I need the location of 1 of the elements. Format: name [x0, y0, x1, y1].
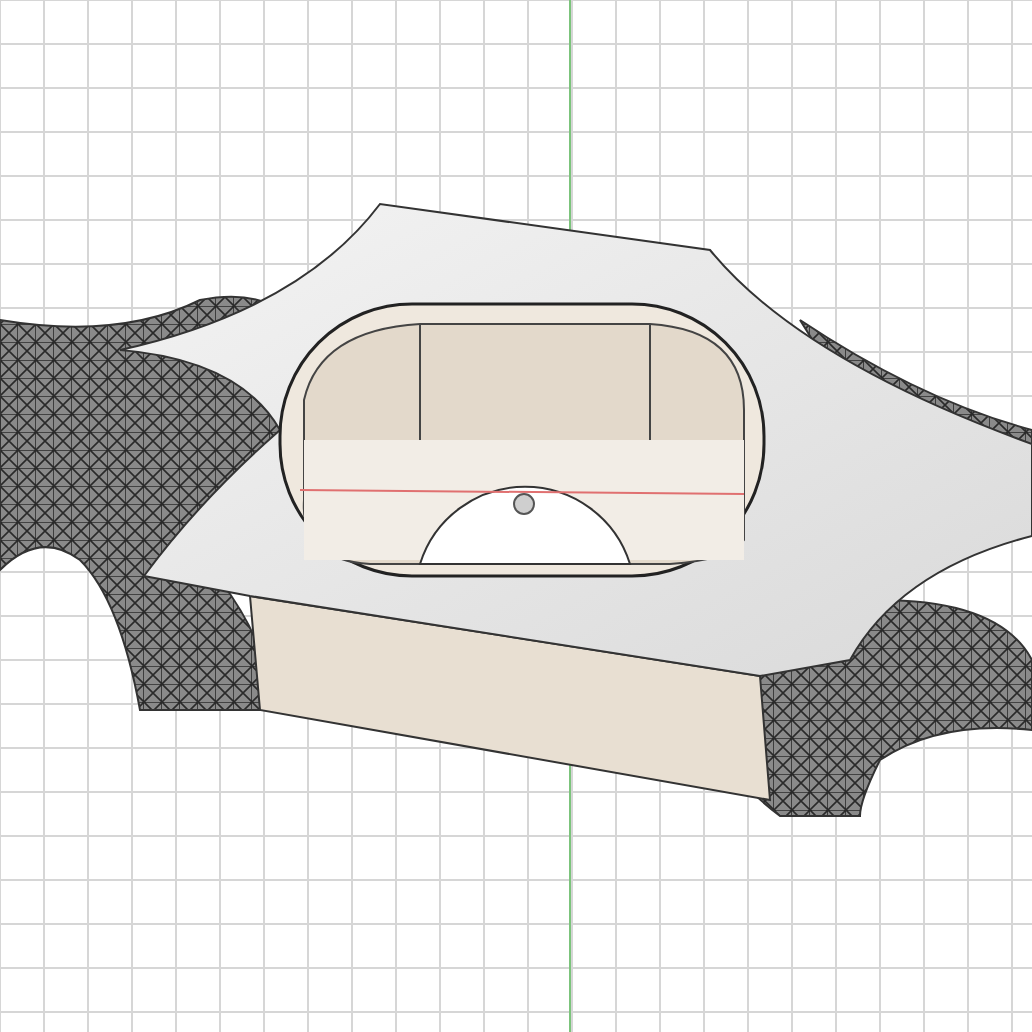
3d-viewport[interactable] — [0, 0, 1032, 1032]
